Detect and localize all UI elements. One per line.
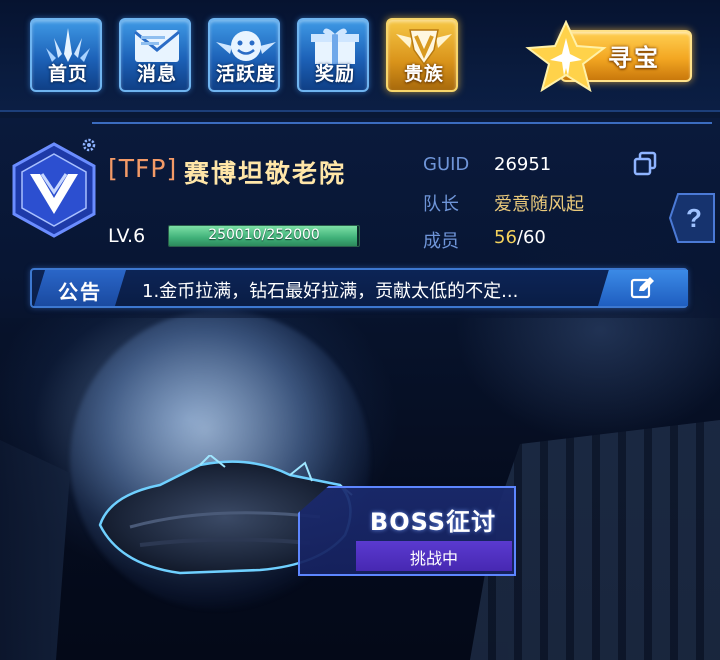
- guild-emblem-icon[interactable]: [6, 140, 102, 240]
- guid-label: GUID: [423, 154, 470, 175]
- treasure-hunt-button[interactable]: 寻宝: [522, 20, 694, 92]
- guild-level: LV.6: [108, 225, 146, 247]
- boss-status: 挑战中: [409, 549, 458, 568]
- nav-rewards-button[interactable]: 奖励: [297, 18, 369, 92]
- treasure-hunt-label: 寻宝: [608, 44, 660, 72]
- nav-messages-label: 消息: [136, 63, 177, 85]
- nav-home-button[interactable]: 首页: [30, 18, 102, 92]
- nav-messages-button[interactable]: 消息: [119, 18, 191, 92]
- nav-rewards-label: 奖励: [314, 63, 355, 85]
- members-max: /60: [516, 227, 546, 248]
- question-mark-icon: ?: [686, 203, 702, 233]
- guild-name: 赛博坦敬老院: [184, 159, 347, 188]
- nav-activity-button[interactable]: 活跃度: [208, 18, 280, 92]
- leader-value[interactable]: 爱意随风起: [494, 190, 584, 216]
- gear-icon[interactable]: [82, 138, 96, 152]
- panel-top-edge: [92, 122, 712, 128]
- boss-title: BOSS征讨: [369, 508, 497, 536]
- notice-text[interactable]: 1.金币拉满，钻石最好拉满，贡献太低的不定...: [142, 277, 582, 303]
- nav-home-label: 首页: [47, 63, 88, 85]
- notice-tag-label: 公告: [58, 280, 102, 304]
- copy-icon[interactable]: [632, 151, 658, 177]
- help-button[interactable]: ?: [668, 192, 716, 244]
- members-label: 成员: [423, 231, 459, 252]
- guid-value: 26951: [494, 154, 552, 175]
- leader-label: 队长: [423, 194, 459, 215]
- members-count: 56/60: [494, 227, 546, 248]
- nav-activity-label: 活跃度: [215, 63, 276, 85]
- members-current: 56: [494, 227, 517, 248]
- nav-noble-label: 贵族: [403, 63, 444, 85]
- guild-exp-text: 250010/252000: [208, 227, 320, 243]
- guild-exp-bar: 250010/252000: [168, 225, 360, 247]
- boss-challenge-card[interactable]: BOSS征讨 挑战中: [298, 486, 516, 576]
- edit-pencil-icon: [630, 277, 654, 299]
- nav-noble-button[interactable]: 贵族: [386, 18, 458, 92]
- edit-notice-button[interactable]: [598, 270, 688, 306]
- guild-tag: [TFP]: [108, 154, 178, 183]
